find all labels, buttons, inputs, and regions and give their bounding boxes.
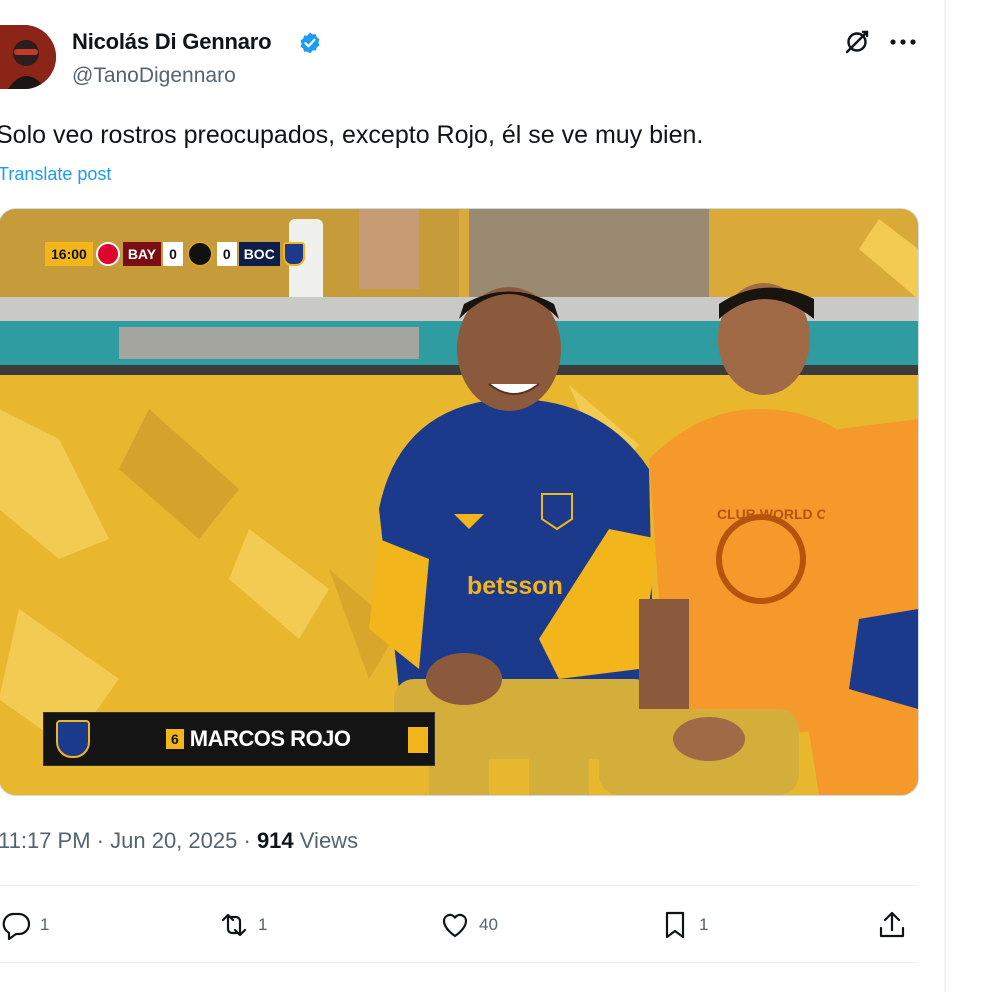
sidebar-gutter bbox=[946, 0, 992, 992]
translate-post-link[interactable]: Translate post bbox=[0, 164, 111, 185]
share-button[interactable] bbox=[876, 905, 908, 945]
separator-dot: · bbox=[96, 828, 104, 853]
avatar[interactable] bbox=[0, 25, 56, 89]
like-count: 40 bbox=[479, 915, 498, 934]
post-text: Solo veo rostros preocupados, excepto Ro… bbox=[0, 121, 704, 149]
bayern-crest-icon bbox=[95, 242, 120, 266]
repost-count: 1 bbox=[258, 915, 268, 934]
reply-button[interactable]: 1 bbox=[0, 905, 49, 945]
view-count: 914 bbox=[256, 828, 294, 853]
separator-dot: · bbox=[243, 828, 251, 853]
jersey-sponsor-text: betsson bbox=[467, 572, 563, 600]
player-lower-third: 6 MARCOS ROJO bbox=[43, 712, 435, 766]
scoreboard-overlay: 16:00 BAY 0 0 BOC bbox=[45, 241, 305, 267]
player-number: 6 bbox=[166, 729, 184, 749]
verified-badge-icon bbox=[300, 32, 320, 54]
post-timestamp-views: 11:17 PM · Jun 20, 2025 · 914 Views bbox=[0, 828, 358, 854]
player-name: MARCOS ROJO bbox=[189, 726, 351, 751]
grok-icon[interactable] bbox=[843, 28, 871, 56]
caption-accent bbox=[408, 727, 428, 753]
boca-crest-icon bbox=[282, 242, 305, 266]
heart-icon bbox=[442, 913, 468, 938]
bookmark-icon bbox=[665, 911, 685, 939]
views-label: Views bbox=[299, 828, 359, 853]
home-team-code: BAY bbox=[122, 242, 162, 266]
author-handle[interactable]: @TanoDigennaro bbox=[72, 64, 236, 88]
more-options-icon[interactable] bbox=[888, 30, 918, 54]
home-score: 0 bbox=[163, 242, 183, 266]
share-icon bbox=[879, 911, 905, 938]
author-name[interactable]: Nicolás Di Gennaro bbox=[72, 29, 272, 55]
reply-count: 1 bbox=[40, 915, 50, 934]
like-button[interactable]: 40 bbox=[439, 905, 498, 945]
post-media-image[interactable]: betsson CLUB WORLD CUP 16:00 BAY 0 0 BOC bbox=[0, 208, 919, 796]
tournament-logo-icon bbox=[186, 241, 213, 267]
bookmark-count: 1 bbox=[699, 915, 709, 934]
post-date[interactable]: Jun 20, 2025 bbox=[110, 828, 237, 853]
boca-crest-icon bbox=[56, 720, 90, 758]
repost-icon bbox=[221, 913, 247, 937]
match-clock: 16:00 bbox=[45, 242, 93, 266]
bookmark-button[interactable]: 1 bbox=[659, 905, 708, 945]
divider bbox=[0, 962, 918, 963]
post-time[interactable]: 11:17 PM bbox=[0, 828, 91, 853]
away-score: 0 bbox=[216, 242, 237, 266]
repost-button[interactable]: 1 bbox=[218, 905, 267, 945]
reply-icon bbox=[2, 912, 31, 941]
away-team-code: BOC bbox=[238, 242, 280, 266]
divider bbox=[0, 885, 918, 886]
